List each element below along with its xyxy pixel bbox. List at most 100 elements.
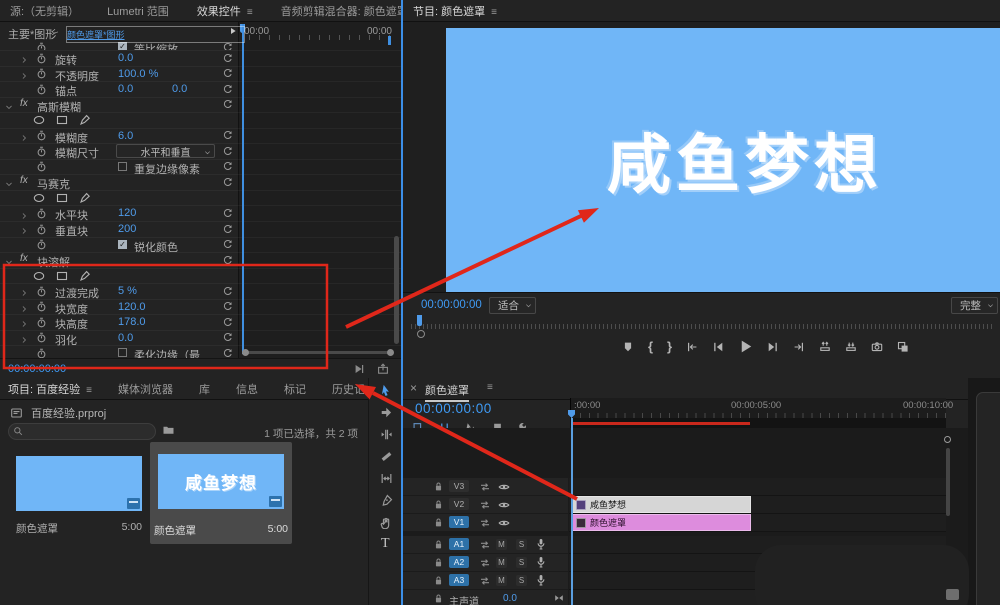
effect-param-row[interactable]: 模糊尺寸水平和垂直 (0, 144, 401, 160)
param-dropdown[interactable]: 水平和垂直 (116, 144, 215, 158)
param-value[interactable]: 100.0 % (118, 68, 158, 80)
project-area-tab-5[interactable]: 历史记 (332, 381, 365, 397)
project-item-name[interactable]: 颜色遮罩 (154, 523, 196, 538)
selection-tool[interactable] (380, 384, 393, 397)
expand-parameter-icon[interactable] (20, 72, 28, 80)
timeline-clip[interactable]: 颜色遮罩 (572, 514, 751, 531)
project-file-row[interactable]: 百度经验.prproj (10, 405, 106, 421)
track-output-toggle-icon[interactable] (498, 499, 510, 511)
pen-tool[interactable] (380, 494, 393, 507)
reset-parameter-icon[interactable] (222, 255, 233, 266)
program-playhead[interactable] (417, 315, 422, 326)
export-frame-icon[interactable] (377, 363, 389, 375)
reset-parameter-icon[interactable] (222, 239, 233, 250)
mark-out-icon[interactable]: } (667, 341, 672, 353)
param-value[interactable]: 120.0 (118, 301, 146, 313)
go-to-in-icon[interactable] (686, 341, 698, 353)
timeline-clip[interactable]: 咸鱼梦想 (572, 496, 751, 513)
fx-horizontal-scrollbar[interactable] (242, 349, 394, 356)
project-area-tab-4[interactable]: 标记 (284, 381, 306, 397)
mute-button[interactable]: M (496, 539, 507, 550)
toggle-animation-icon[interactable] (36, 208, 47, 219)
toggle-animation-icon[interactable] (36, 146, 47, 157)
pen-mask-tool-icon[interactable] (79, 192, 91, 204)
lift-icon[interactable] (819, 341, 831, 353)
param-value[interactable]: 120 (118, 207, 136, 219)
track-target-V2[interactable]: V2 (449, 498, 469, 510)
expand-parameter-icon[interactable] (20, 320, 28, 328)
sync-lock-icon[interactable] (479, 499, 491, 511)
track-target-V1[interactable]: V1 (449, 516, 469, 528)
mute-button[interactable]: M (496, 575, 507, 586)
fx-timecode[interactable]: 00:00:00:00 (8, 363, 66, 375)
reset-parameter-icon[interactable] (222, 53, 233, 64)
track-lock-icon[interactable] (433, 499, 444, 510)
razor-tool[interactable] (380, 450, 393, 463)
ripple-edit-tool[interactable] (380, 428, 393, 441)
effect-param-row[interactable]: fx马赛克 (0, 175, 401, 191)
effect-param-row[interactable]: 不透明度100.0 % (0, 67, 401, 83)
new-bin-folder-icon[interactable] (162, 424, 175, 436)
effect-param-row[interactable]: 模糊度6.0 (0, 129, 401, 145)
mute-button[interactable]: M (496, 557, 507, 568)
track-lock-icon[interactable] (433, 557, 444, 568)
project-item[interactable]: 颜色遮罩5:00 (12, 448, 146, 542)
go-to-out-icon[interactable] (793, 341, 805, 353)
clip-name-link[interactable]: 颜色遮罩*图形 (66, 26, 245, 43)
tab-program[interactable]: 节目: 颜色遮罩≡ (413, 3, 497, 19)
checkbox[interactable] (118, 348, 127, 357)
sync-lock-icon[interactable] (479, 517, 491, 529)
panel-menu-icon[interactable]: ≡ (491, 7, 497, 18)
track-content[interactable] (569, 478, 946, 496)
sync-lock-icon[interactable] (479, 539, 491, 551)
effect-param-row[interactable] (0, 269, 401, 285)
toggle-animation-icon[interactable] (36, 53, 47, 64)
effect-param-row[interactable]: 垂直块200 (0, 222, 401, 238)
reset-parameter-icon[interactable] (222, 208, 233, 219)
effect-param-row[interactable]: 羽化0.0 (0, 331, 401, 347)
play-icon[interactable] (738, 339, 753, 354)
timeline-ruler[interactable]: :00:00 00:00:05:00 00:00:10:00 (570, 398, 946, 418)
effect-param-row[interactable] (0, 191, 401, 207)
master-gain-value[interactable]: 0.0 (503, 593, 517, 604)
effect-param-row[interactable]: 块宽度120.0 (0, 300, 401, 316)
timeline-vertical-scrollbar[interactable] (946, 448, 950, 516)
project-item-thumbnail[interactable]: 咸鱼梦想 (158, 454, 284, 509)
rect-mask-tool-icon[interactable] (56, 114, 68, 126)
track-target-A3[interactable]: A3 (449, 574, 469, 586)
expand-parameter-icon[interactable] (20, 227, 28, 235)
search-input[interactable] (27, 424, 151, 439)
program-video-preview[interactable]: 咸鱼梦想 (446, 28, 1000, 292)
reset-parameter-icon[interactable] (222, 146, 233, 157)
project-item-name[interactable]: 颜色遮罩 (16, 521, 58, 536)
reset-parameter-icon[interactable] (222, 161, 233, 172)
param-value[interactable]: 5 % (118, 285, 137, 297)
solo-button[interactable]: S (516, 575, 527, 586)
reset-parameter-icon[interactable] (222, 99, 233, 110)
track-lock-icon[interactable] (433, 517, 444, 528)
panel-menu-icon[interactable]: ≡ (86, 385, 92, 396)
effect-area-tab-1[interactable]: Lumetri 范围 (107, 3, 169, 19)
sync-lock-icon[interactable] (479, 557, 491, 569)
step-forward-icon[interactable] (767, 341, 779, 353)
effect-param-row[interactable]: 水平块120 (0, 206, 401, 222)
track-output-toggle-icon[interactable] (498, 517, 510, 529)
effect-param-row[interactable]: fx高斯模糊 (0, 98, 401, 114)
program-mini-ruler[interactable] (411, 318, 992, 329)
track-target-A1[interactable]: A1 (449, 538, 469, 550)
toggle-animation-icon[interactable] (36, 68, 47, 79)
step-back-icon[interactable] (712, 341, 724, 353)
collapse-effect-icon[interactable] (5, 103, 13, 111)
reset-parameter-icon[interactable] (222, 317, 233, 328)
track-lock-icon[interactable] (433, 539, 444, 550)
param-value[interactable]: 0.0 (118, 332, 133, 344)
panel-menu-icon[interactable]: ≡ (487, 382, 493, 393)
program-scroll-knob[interactable] (417, 330, 425, 338)
close-icon[interactable]: × (410, 381, 417, 395)
toggle-animation-icon[interactable] (36, 332, 47, 343)
effect-param-row[interactable]: fx块溶解 (0, 253, 401, 269)
param-value[interactable]: 200 (118, 223, 136, 235)
toggle-animation-icon[interactable] (36, 42, 47, 51)
ellipse-mask-tool-icon[interactable] (33, 114, 45, 126)
tab-sequence[interactable]: 颜色遮罩 (425, 382, 469, 398)
